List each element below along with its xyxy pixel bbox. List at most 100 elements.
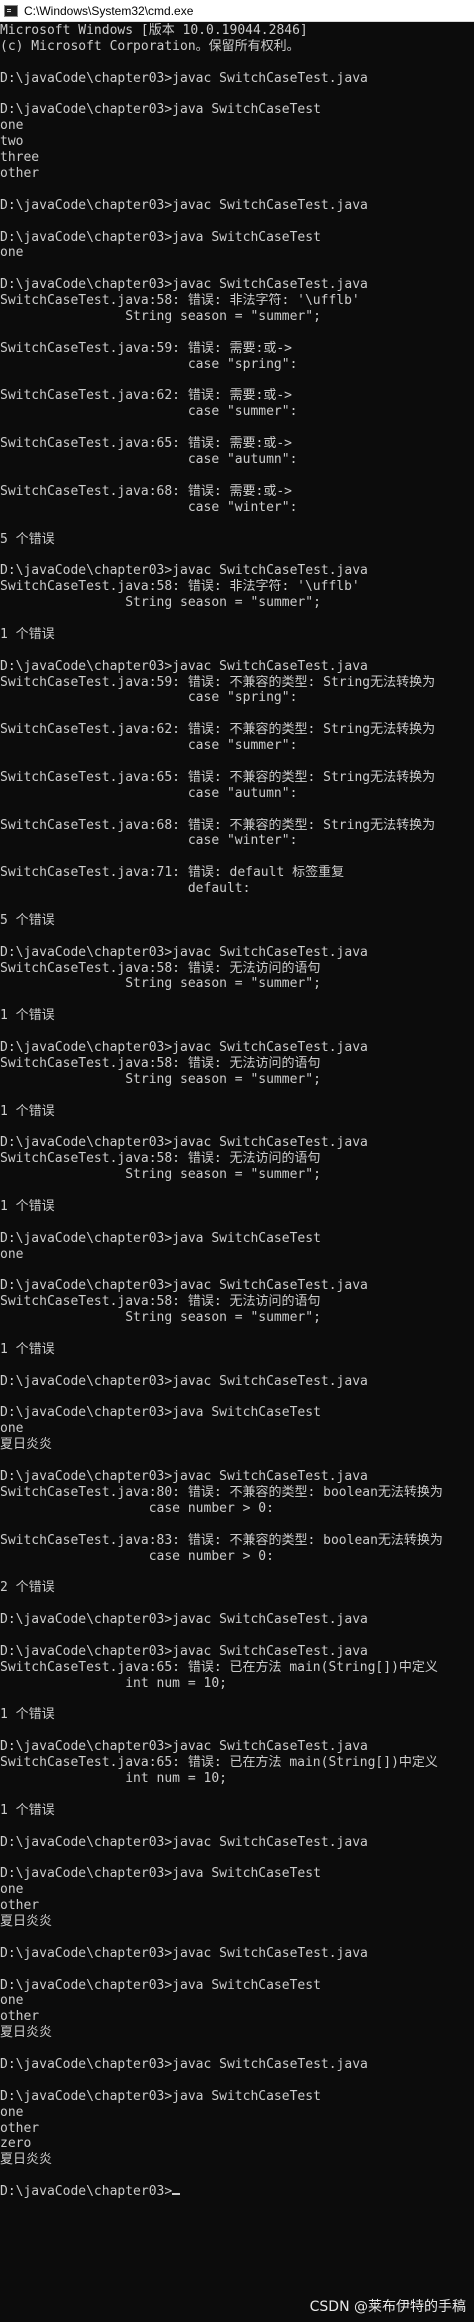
console-line: D:\javaCode\chapter03>javac SwitchCaseTe… xyxy=(0,70,368,86)
console-line: D:\javaCode\chapter03>javac SwitchCaseTe… xyxy=(0,1373,368,1389)
console-line: 夏日炎炎 xyxy=(0,1437,53,1453)
console-line: SwitchCaseTest.java:58: 错误: 无法访问的语句 xyxy=(0,1151,321,1167)
console-line: D:\javaCode\chapter03>javac SwitchCaseTe… xyxy=(0,197,368,213)
console-line: D:\javaCode\chapter03>java SwitchCaseTes… xyxy=(0,102,321,118)
cmd-icon xyxy=(4,4,18,17)
console-line: 5 个错误 xyxy=(0,912,55,928)
console-line: SwitchCaseTest.java:58: 错误: 非法字符: '\uffl… xyxy=(0,579,360,595)
console-line: SwitchCaseTest.java:68: 错误: 需要:或-> xyxy=(0,483,292,499)
console-line: D:\javaCode\chapter03>javac SwitchCaseTe… xyxy=(0,1834,368,1850)
window-title: C:\Windows\System32\cmd.exe xyxy=(24,3,194,18)
console-line: SwitchCaseTest.java:62: 错误: 不兼容的类型: Stri… xyxy=(0,722,436,738)
console-line: other xyxy=(0,1898,40,1914)
console-line: SwitchCaseTest.java:65: 错误: 已在方法 main(St… xyxy=(0,1755,438,1771)
console-line: D:\javaCode\chapter03>javac SwitchCaseTe… xyxy=(0,563,368,579)
prompt-line: D:\javaCode\chapter03> xyxy=(0,2184,474,2200)
console-line: D:\javaCode\chapter03>javac SwitchCaseTe… xyxy=(0,1040,368,1055)
console-line: 夏日炎炎 xyxy=(0,2025,53,2041)
console-line: 1 个错误 xyxy=(0,1341,55,1357)
console-line: D:\javaCode\chapter03>javac SwitchCaseTe… xyxy=(0,944,368,960)
console-line: int num = 10; xyxy=(0,1770,227,1786)
console-line: SwitchCaseTest.java:80: 错误: 不兼容的类型: bool… xyxy=(0,1484,443,1500)
console-line: SwitchCaseTest.java:71: 错误: default 标签重复 xyxy=(0,865,345,881)
console-line: 1 个错误 xyxy=(0,1008,55,1024)
cmd-window: C:\Windows\System32\cmd.exe Microsoft Wi… xyxy=(0,0,474,2322)
console-line: D:\javaCode\chapter03>javac SwitchCaseTe… xyxy=(0,1945,368,1961)
console-line: 1 个错误 xyxy=(0,1707,55,1723)
console-line: 1 个错误 xyxy=(0,1103,55,1119)
console-line: D:\javaCode\chapter03>java SwitchCaseTes… xyxy=(0,1866,321,1882)
console-line: one xyxy=(0,245,24,261)
console-line: D:\javaCode\chapter03>javac SwitchCaseTe… xyxy=(0,277,368,293)
console-line: D:\javaCode\chapter03>javac SwitchCaseTe… xyxy=(0,1739,368,1755)
console-line: case "autumn": xyxy=(0,785,298,801)
console-line: SwitchCaseTest.java:58: 错误: 非法字符: '\uffl… xyxy=(0,293,360,309)
console-line: SwitchCaseTest.java:58: 错误: 无法访问的语句 xyxy=(0,1294,321,1310)
console-line: 1 个错误 xyxy=(0,626,55,642)
console-line: (c) Microsoft Corporation。保留所有权利。 xyxy=(0,38,300,54)
console-line: SwitchCaseTest.java:65: 错误: 已在方法 main(St… xyxy=(0,1659,438,1675)
title-bar[interactable]: C:\Windows\System32\cmd.exe xyxy=(0,0,474,22)
console-line: three xyxy=(0,150,40,166)
console-line: one xyxy=(0,118,24,134)
console-line: other xyxy=(0,2009,40,2025)
console-line: one xyxy=(0,1993,24,2009)
console-line: SwitchCaseTest.java:68: 错误: 不兼容的类型: Stri… xyxy=(0,817,436,833)
console-line: one xyxy=(0,1421,24,1437)
console-line: String season = "summer"; xyxy=(0,1310,321,1326)
console-line: String season = "summer"; xyxy=(0,595,321,611)
console-line: D:\javaCode\chapter03>javac SwitchCaseTe… xyxy=(0,1278,368,1294)
console-line: 2 个错误 xyxy=(0,1580,55,1596)
console-line: one xyxy=(0,2104,24,2120)
console-line: case number > 0: xyxy=(0,1548,274,1564)
console-line: case "autumn": xyxy=(0,452,298,468)
console-line: 1 个错误 xyxy=(0,1198,55,1214)
console-line: 1 个错误 xyxy=(0,1802,55,1818)
console-line: D:\javaCode\chapter03>javac SwitchCaseTe… xyxy=(0,1135,368,1151)
console-line: case "winter": xyxy=(0,833,298,849)
console-line: D:\javaCode\chapter03>java SwitchCaseTes… xyxy=(0,2088,321,2104)
console-line: 5 个错误 xyxy=(0,531,55,547)
console-line: case "spring": xyxy=(0,356,298,372)
console-line: SwitchCaseTest.java:58: 错误: 无法访问的语句 xyxy=(0,960,321,976)
console-line: Microsoft Windows [版本 10.0.19044.2846] xyxy=(0,23,308,38)
console-output[interactable]: Microsoft Windows [版本 10.0.19044.2846] (c… xyxy=(0,22,474,2313)
console-line: SwitchCaseTest.java:65: 错误: 需要:或-> xyxy=(0,436,292,452)
console-line: D:\javaCode\chapter03>java SwitchCaseTes… xyxy=(0,1977,321,1993)
console-line: String season = "summer"; xyxy=(0,976,321,992)
console-line: one xyxy=(0,1246,24,1262)
console-line: one xyxy=(0,1882,24,1898)
